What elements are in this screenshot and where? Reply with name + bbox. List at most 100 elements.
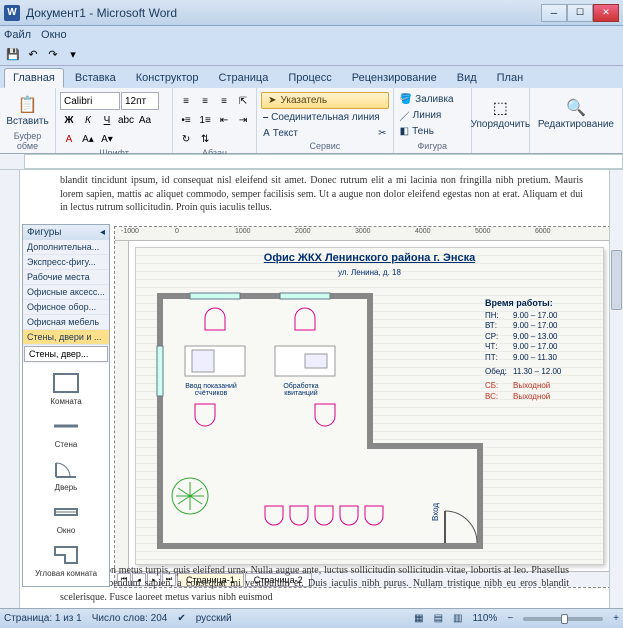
grow-font-button[interactable]: Aa bbox=[136, 111, 154, 129]
view-print-icon[interactable]: ▦ bbox=[414, 613, 423, 624]
desk2-label: Обработкаквитанций bbox=[266, 383, 336, 397]
shapes-cat-furniture[interactable]: Офисная мебель bbox=[23, 315, 109, 330]
chevron-left-icon[interactable]: ◂ bbox=[100, 227, 105, 238]
underline-button[interactable]: Ч bbox=[98, 111, 116, 129]
tab-plan[interactable]: План bbox=[488, 68, 533, 88]
plan-title: Офис ЖКХ Ленинского района г. Энска bbox=[136, 252, 603, 264]
shape-door[interactable]: Дверь bbox=[23, 453, 109, 496]
shadow-button[interactable]: ◧Тень bbox=[398, 124, 467, 139]
text-icon: A bbox=[263, 128, 270, 139]
shapes-cat-accessories[interactable]: Офисные аксесс... bbox=[23, 285, 109, 300]
view-web-icon[interactable]: ▥ bbox=[453, 613, 462, 624]
undo-icon[interactable]: ↶ bbox=[24, 46, 42, 64]
zoom-in-button[interactable]: + bbox=[613, 613, 619, 624]
embedded-drawing[interactable]: -1000 0 1000 2000 3000 4000 5000 6000 Оф… bbox=[114, 226, 611, 588]
minimize-button[interactable]: ─ bbox=[541, 4, 567, 22]
drawing-canvas[interactable]: Офис ЖКХ Ленинского района г. Энска ул. … bbox=[129, 241, 610, 571]
grow-font-icon[interactable]: A▴ bbox=[79, 130, 97, 148]
font-color-button[interactable]: A bbox=[60, 130, 78, 148]
connector-icon: ⎯ bbox=[263, 112, 268, 123]
status-zoom[interactable]: 110% bbox=[472, 613, 497, 624]
drawing-ruler-vertical[interactable] bbox=[115, 241, 129, 571]
tab-view[interactable]: Вид bbox=[448, 68, 486, 88]
menu-window[interactable]: Окно bbox=[41, 29, 67, 41]
shape-corner-room[interactable]: Угловая комната bbox=[23, 539, 109, 582]
font-size-select[interactable]: 12пт bbox=[121, 92, 159, 110]
tab-process[interactable]: Процесс bbox=[279, 68, 340, 88]
floor-plan: Вход bbox=[150, 286, 490, 556]
tab-constructor[interactable]: Конструктор bbox=[127, 68, 208, 88]
rotate-button[interactable]: ↻ bbox=[177, 130, 195, 148]
indent-dec-button[interactable]: ⇤ bbox=[215, 111, 233, 129]
shape-room[interactable]: Комната bbox=[23, 367, 109, 410]
ribbon: 📋 Вставить Буфер обме Calibri 12пт Ж К Ч… bbox=[0, 88, 623, 154]
shapes-cat-equipment[interactable]: Офисное обор... bbox=[23, 300, 109, 315]
close-button[interactable]: ✕ bbox=[593, 4, 619, 22]
scrollbar-thumb[interactable] bbox=[611, 250, 622, 310]
editing-button[interactable]: 🔍 Редактирование bbox=[534, 90, 618, 138]
menu-file[interactable]: Файл bbox=[4, 29, 31, 41]
arrange-button[interactable]: ⬚ Упорядочить bbox=[476, 90, 525, 138]
word-ruler-horizontal[interactable] bbox=[0, 154, 623, 170]
qat-customize-icon[interactable]: ▾ bbox=[64, 46, 82, 64]
pointer-icon: ➤ bbox=[268, 95, 276, 106]
crop-icon[interactable]: ✂ bbox=[378, 128, 386, 139]
zoom-slider-thumb[interactable] bbox=[561, 614, 568, 624]
line-spacing-button[interactable]: ⇅ bbox=[196, 130, 214, 148]
save-icon[interactable]: 💾 bbox=[4, 46, 22, 64]
fill-icon: 🪣 bbox=[400, 94, 412, 105]
align-right-button[interactable]: ≡ bbox=[215, 92, 233, 110]
shapes-cat-walls[interactable]: Стены, двери и ... bbox=[23, 330, 109, 345]
maximize-button[interactable]: ☐ bbox=[567, 4, 593, 22]
shapes-cat-workplaces[interactable]: Рабочие места bbox=[23, 270, 109, 285]
bullets-button[interactable]: •≡ bbox=[177, 111, 195, 129]
zoom-out-button[interactable]: − bbox=[507, 613, 513, 624]
tab-layout[interactable]: Страница bbox=[209, 68, 277, 88]
window-title: Документ1 - Microsoft Word bbox=[26, 6, 541, 20]
tab-home[interactable]: Главная bbox=[4, 68, 64, 88]
strike-button[interactable]: abc bbox=[117, 111, 135, 129]
shape-wall[interactable]: Стена bbox=[23, 410, 109, 453]
indent-inc-button[interactable]: ⇥ bbox=[234, 111, 252, 129]
shapes-cat-quick[interactable]: Экспресс-фигу... bbox=[23, 255, 109, 270]
paste-button[interactable]: 📋 Вставить bbox=[4, 90, 51, 131]
connector-tool-button[interactable]: ⎯ Соединительная линия bbox=[261, 110, 389, 125]
figure-group-label: Фигура bbox=[398, 141, 467, 151]
status-language[interactable]: русский bbox=[196, 613, 232, 624]
bold-button[interactable]: Ж bbox=[60, 111, 78, 129]
text-tool-button[interactable]: A Текст ✂ bbox=[261, 126, 389, 141]
numbering-button[interactable]: 1≡ bbox=[196, 111, 214, 129]
status-spellcheck-icon[interactable]: ✔ bbox=[177, 613, 185, 624]
redo-icon[interactable]: ↷ bbox=[44, 46, 62, 64]
pointer-tool-button[interactable]: ➤ Указатель bbox=[261, 92, 389, 109]
drawing-page: Офис ЖКХ Ленинского района г. Энска ул. … bbox=[135, 247, 604, 565]
vertical-scrollbar[interactable] bbox=[609, 170, 623, 608]
zoom-slider[interactable] bbox=[523, 617, 603, 621]
arrange-icon: ⬚ bbox=[490, 98, 510, 118]
word-ruler-vertical[interactable] bbox=[0, 170, 20, 608]
line-button[interactable]: ／Линия bbox=[398, 108, 467, 123]
status-bar: Страница: 1 из 1 Число слов: 204 ✔ русск… bbox=[0, 608, 623, 628]
body-text-top: blandit tincidunt ipsum, id consequat ni… bbox=[20, 170, 623, 219]
align-center-button[interactable]: ≡ bbox=[196, 92, 214, 110]
line-icon: ／ bbox=[400, 108, 410, 123]
drawing-ruler-horizontal[interactable]: -1000 0 1000 2000 3000 4000 5000 6000 bbox=[115, 227, 610, 241]
shapes-panel-header[interactable]: Фигуры◂ bbox=[23, 225, 109, 240]
ribbon-tabs: Главная Вставка Конструктор Страница Про… bbox=[0, 66, 623, 88]
document-area: blandit tincidunt ipsum, id consequat ni… bbox=[20, 170, 623, 608]
tab-insert[interactable]: Вставка bbox=[66, 68, 125, 88]
desk1-label: Ввод показанийсчётчиков bbox=[176, 383, 246, 397]
italic-button[interactable]: К bbox=[79, 111, 97, 129]
view-read-icon[interactable]: ▤ bbox=[434, 613, 443, 624]
tab-review[interactable]: Рецензирование bbox=[343, 68, 446, 88]
font-name-select[interactable]: Calibri bbox=[60, 92, 120, 110]
align-left-button[interactable]: ≡ bbox=[177, 92, 195, 110]
shrink-font-icon[interactable]: A▾ bbox=[98, 130, 116, 148]
status-page[interactable]: Страница: 1 из 1 bbox=[4, 613, 82, 624]
fill-button[interactable]: 🪣Заливка bbox=[398, 92, 467, 107]
shape-window[interactable]: Окно bbox=[23, 496, 109, 539]
shapes-picker[interactable]: Стены, двер... bbox=[24, 346, 108, 362]
status-words[interactable]: Число слов: 204 bbox=[92, 613, 168, 624]
align-top-button[interactable]: ⇱ bbox=[234, 92, 252, 110]
shapes-cat-extra[interactable]: Дополнительна... bbox=[23, 240, 109, 255]
